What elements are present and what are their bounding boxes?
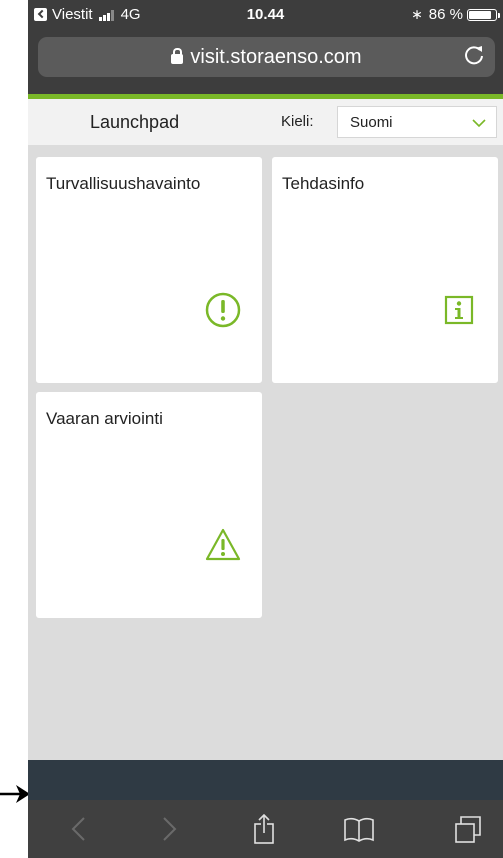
tile-tehdasinfo[interactable]: Tehdasinfo bbox=[272, 157, 498, 383]
battery-icon bbox=[467, 8, 500, 21]
browser-toolbar bbox=[28, 800, 503, 858]
reload-icon[interactable] bbox=[463, 44, 485, 66]
bookmarks-icon[interactable] bbox=[342, 814, 376, 844]
share-icon[interactable] bbox=[247, 814, 281, 844]
battery-percent: 86 % bbox=[428, 6, 463, 23]
chevron-down-icon bbox=[472, 119, 486, 128]
back-icon[interactable] bbox=[62, 814, 96, 844]
app-header: Launchpad Kieli: Suomi bbox=[28, 99, 503, 145]
exclamation-circle-icon bbox=[205, 292, 241, 328]
tile-turvallisuushavainto[interactable]: Turvallisuushavainto bbox=[36, 157, 262, 383]
tile-title: Vaaran arviointi bbox=[46, 409, 163, 428]
warning-triangle-icon bbox=[205, 528, 241, 561]
lock-icon bbox=[171, 48, 184, 64]
address-bar[interactable]: visit.storaenso.com bbox=[38, 37, 495, 77]
annotation-arrow-icon bbox=[0, 785, 30, 803]
browser-address-area: visit.storaenso.com bbox=[28, 30, 503, 94]
language-label: Kieli: bbox=[281, 113, 314, 130]
battery-status: ∗ 86 % bbox=[411, 6, 500, 23]
info-box-icon bbox=[444, 295, 474, 325]
forward-icon[interactable] bbox=[152, 814, 186, 844]
tabs-icon[interactable] bbox=[452, 814, 486, 844]
tile-vaaran-arviointi[interactable]: Vaaran arviointi bbox=[36, 392, 262, 618]
footer-bar bbox=[28, 760, 503, 800]
language-select[interactable]: Suomi bbox=[337, 106, 497, 138]
tile-title: Tehdasinfo bbox=[282, 174, 365, 193]
status-bar: Viestit 4G 10.44 ∗ 86 % bbox=[28, 0, 503, 30]
url-text: visit.storaenso.com bbox=[190, 46, 362, 68]
page-title: Launchpad bbox=[90, 112, 180, 132]
bluetooth-icon: ∗ bbox=[411, 6, 423, 22]
tile-title: Turvallisuushavainto bbox=[46, 174, 201, 193]
phone-screen: Viestit 4G 10.44 ∗ 86 % visit.storaenso.… bbox=[28, 0, 503, 858]
language-value: Suomi bbox=[350, 114, 393, 131]
